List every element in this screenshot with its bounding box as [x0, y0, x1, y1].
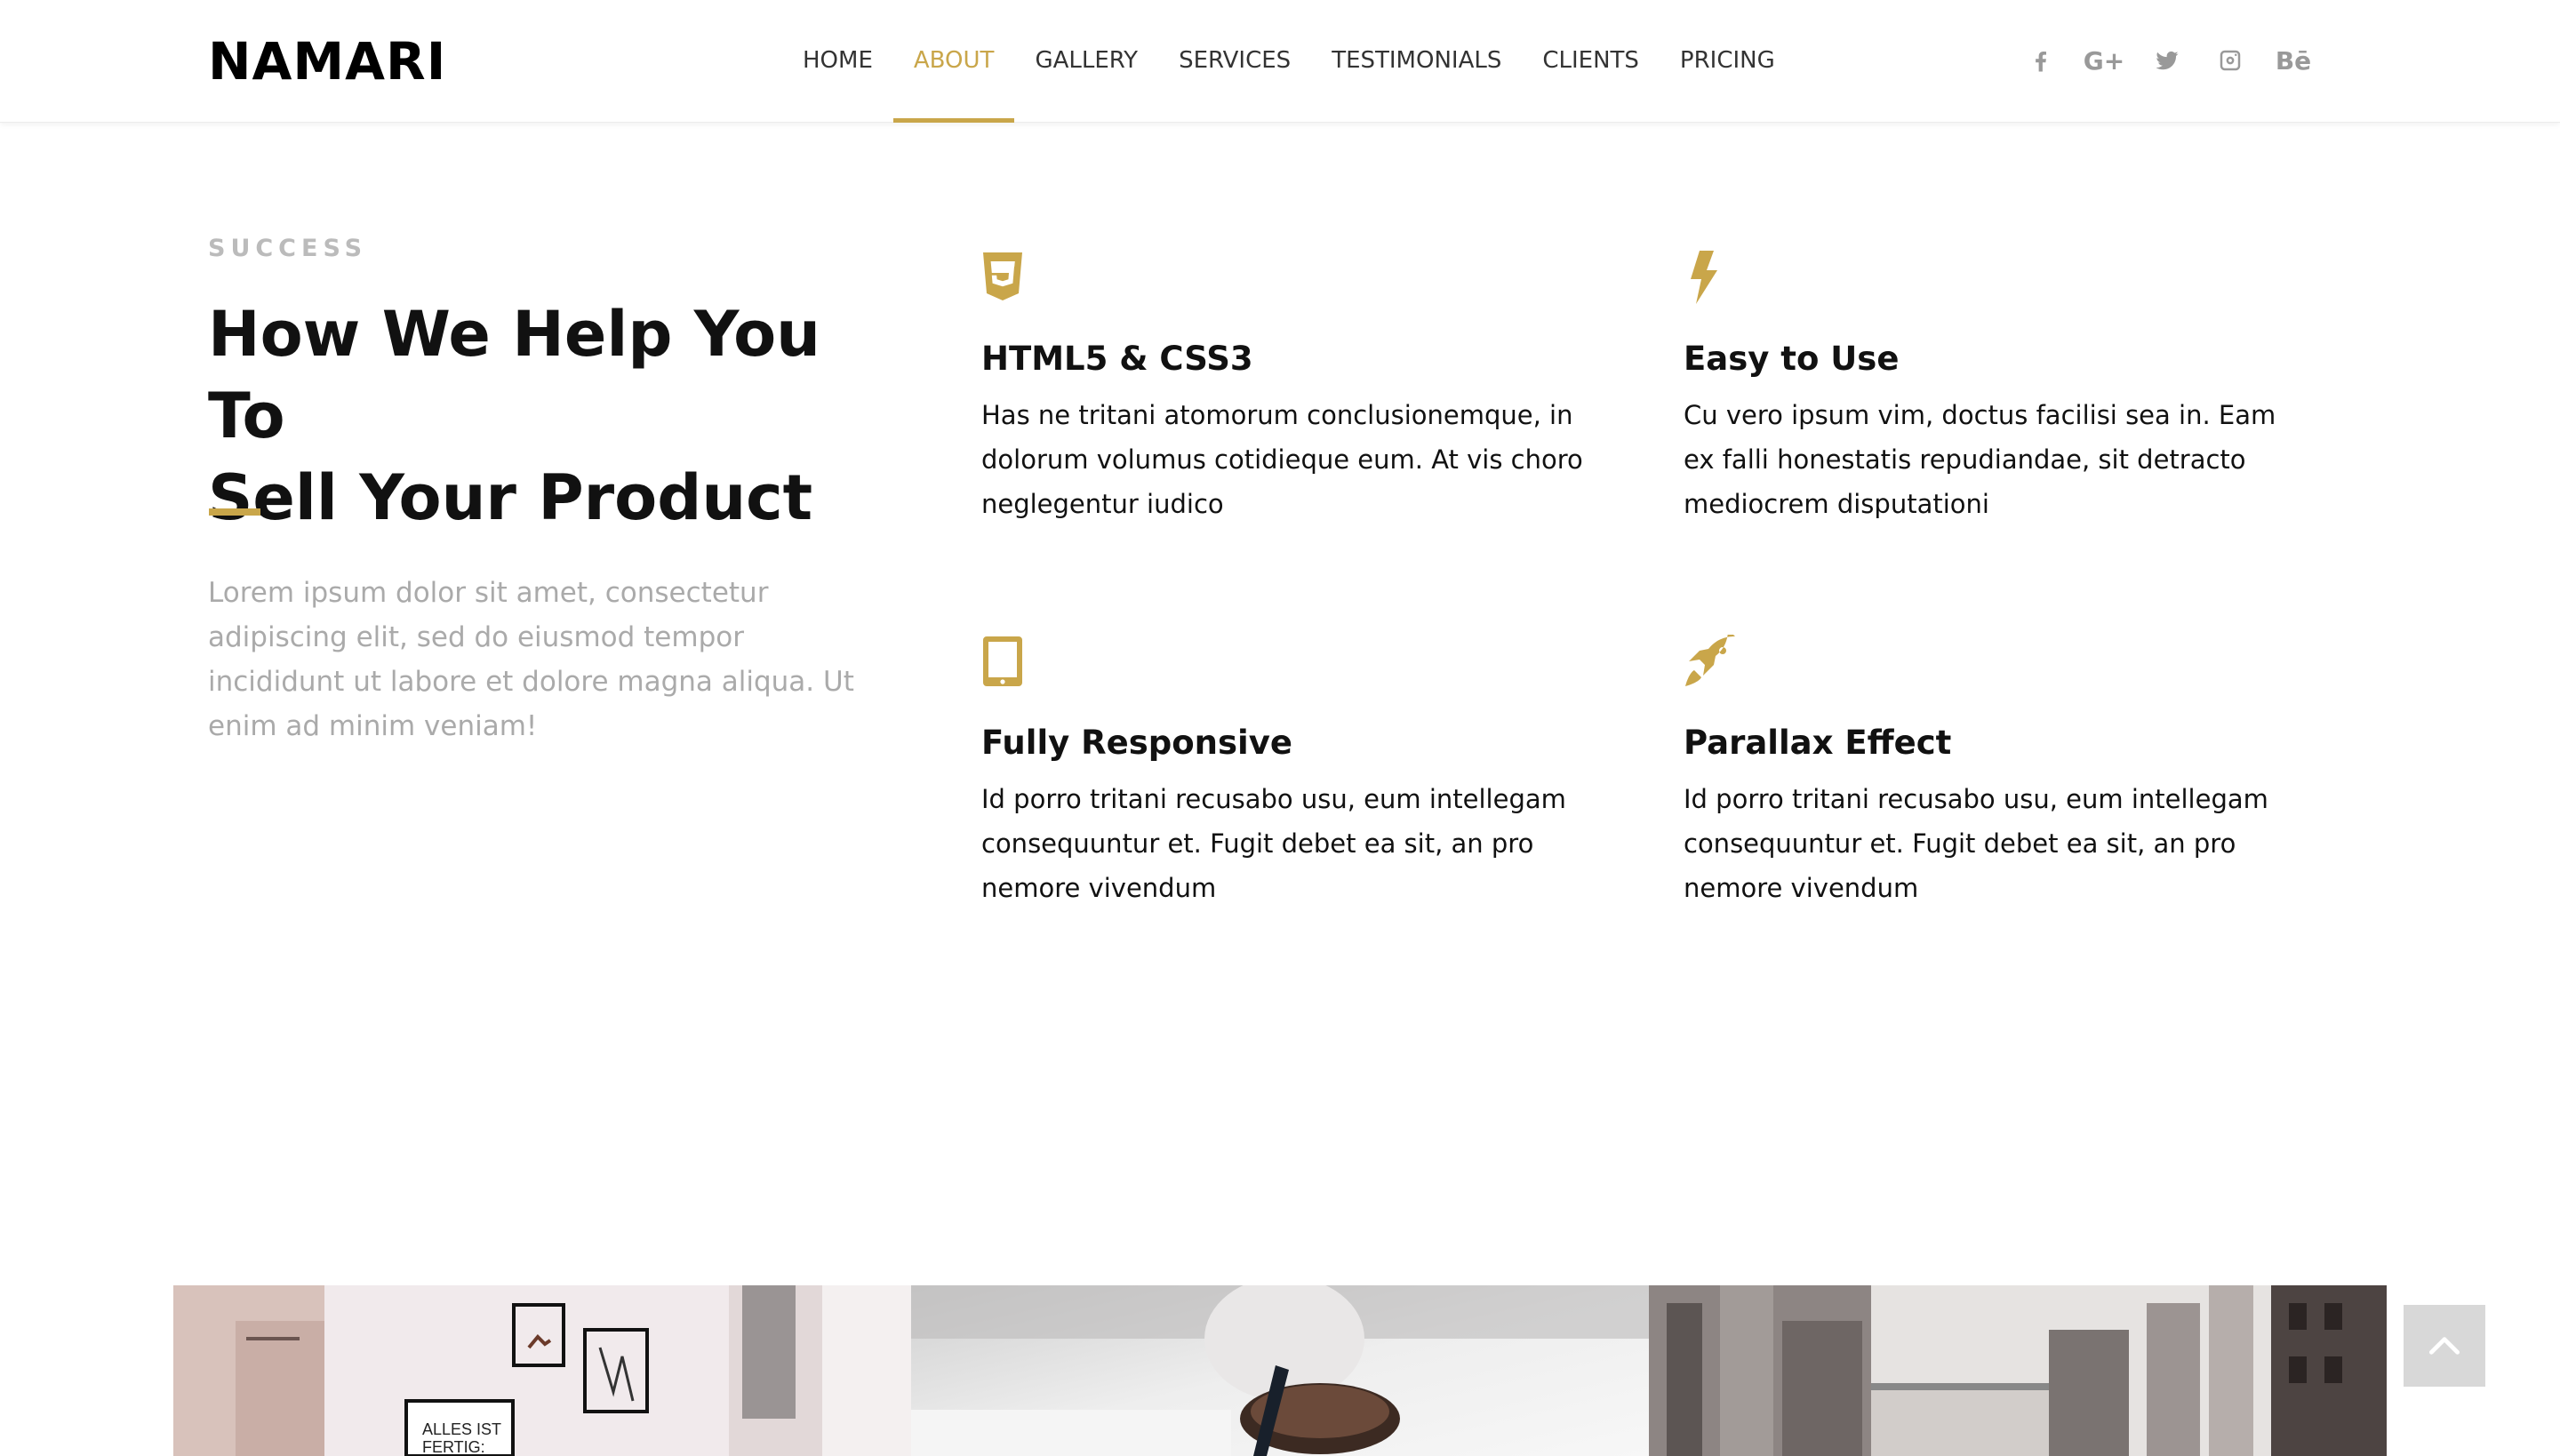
title-divider	[209, 508, 260, 516]
back-to-top-button[interactable]	[2404, 1305, 2485, 1387]
page: NAMARI HOME ABOUT GALLERY SERVICES TESTI…	[0, 0, 2560, 1456]
google-plus-icon[interactable]: G+	[2084, 41, 2124, 80]
feature-easy-to-use: Easy to Use Cu vero ipsum vim, doctus fa…	[1684, 251, 2306, 526]
feature-text: Id porro tritani recusabo usu, eum intel…	[1684, 784, 2268, 903]
nav-gallery[interactable]: GALLERY	[1014, 0, 1158, 123]
section-title: How We Help You To Sell Your Product	[208, 293, 884, 539]
section-title-line1: How We Help You To	[208, 298, 820, 452]
gallery-image-interior[interactable]: ALLES IST FERTIG:	[173, 1285, 911, 1456]
feature-title: Parallax Effect	[1684, 724, 1952, 762]
nav-about[interactable]: ABOUT	[892, 0, 1015, 123]
section-intro: Lorem ipsum dolor sit amet, consectetur …	[208, 577, 854, 742]
feature-title: Fully Responsive	[981, 724, 1292, 762]
gallery-image-city[interactable]	[1649, 1285, 2387, 1456]
facebook-icon[interactable]	[2021, 41, 2060, 80]
gallery-image-desk[interactable]	[911, 1285, 1649, 1456]
poster-text-line1: ALLES IST	[422, 1420, 501, 1438]
chevron-up-icon	[2428, 1337, 2460, 1355]
feature-text: Cu vero ipsum vim, doctus facilisi sea i…	[1684, 400, 2276, 519]
nav-home[interactable]: HOME	[782, 0, 893, 123]
gallery-strip: ALLES IST FERTIG:	[173, 1285, 2387, 1456]
site-header: NAMARI HOME ABOUT GALLERY SERVICES TESTI…	[0, 0, 2560, 123]
html5-icon	[981, 251, 1024, 304]
feature-parallax: Parallax Effect Id porro tritani recusab…	[1684, 628, 2306, 910]
feature-text: Has ne tritani atomorum conclusionemque,…	[981, 400, 1583, 519]
behance-icon[interactable]: Bē	[2274, 41, 2313, 80]
section-eyebrow: SUCCESS	[208, 235, 368, 262]
twitter-icon[interactable]	[2148, 41, 2187, 80]
feature-title: Easy to Use	[1684, 340, 1900, 378]
site-logo[interactable]: NAMARI	[208, 32, 446, 91]
tablet-icon	[981, 635, 1024, 688]
feature-html5: HTML5 & CSS3 Has ne tritani atomorum con…	[981, 251, 1604, 526]
poster-text-line2: FERTIG:	[422, 1438, 485, 1456]
nav-services[interactable]: SERVICES	[1158, 0, 1311, 123]
nav-testimonials[interactable]: TESTIMONIALS	[1311, 0, 1522, 123]
nav-pricing[interactable]: PRICING	[1660, 0, 1796, 123]
feature-title: HTML5 & CSS3	[981, 340, 1253, 378]
section-title-line2: Sell Your Product	[208, 461, 813, 534]
rocket-icon	[1684, 628, 1737, 688]
feature-responsive: Fully Responsive Id porro tritani recusa…	[981, 635, 1604, 910]
nav-clients[interactable]: CLIENTS	[1522, 0, 1660, 123]
instagram-icon[interactable]	[2211, 41, 2250, 80]
lightning-icon	[1684, 251, 1726, 304]
social-links: G+ Bē	[2021, 41, 2313, 80]
feature-text: Id porro tritani recusabo usu, eum intel…	[981, 784, 1566, 903]
main-nav: HOME ABOUT GALLERY SERVICES TESTIMONIALS…	[782, 0, 1796, 123]
